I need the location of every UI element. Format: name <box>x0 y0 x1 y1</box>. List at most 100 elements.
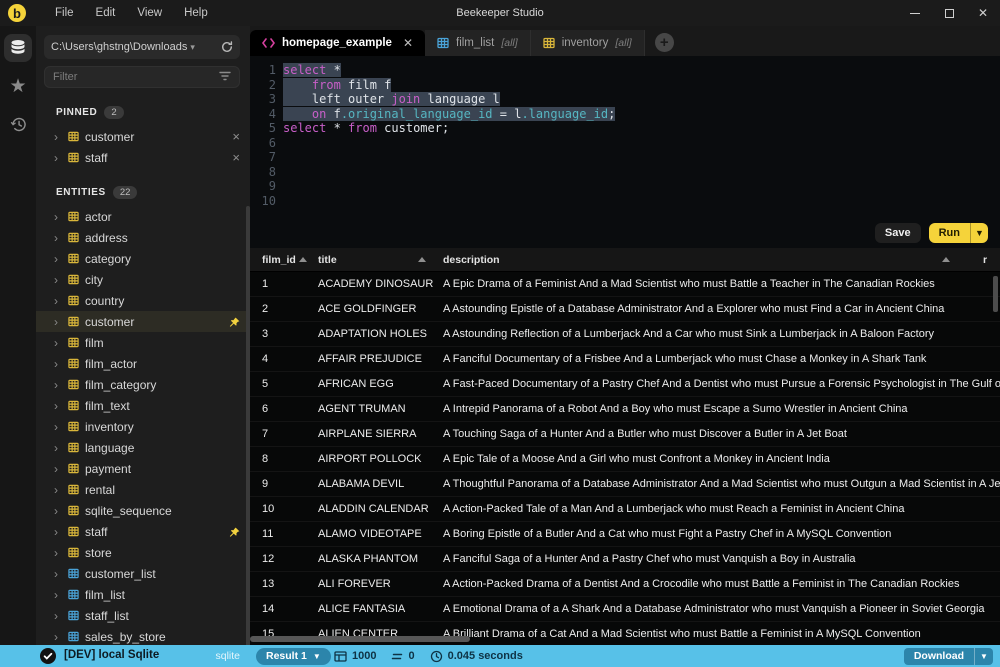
chevron-right-icon[interactable]: › <box>54 131 62 143</box>
table-row[interactable]: 5 AFRICAN EGG A Fast-Paced Documentary o… <box>250 372 1000 397</box>
table-row[interactable]: 10 ALADDIN CALENDAR A Action-Packed Tale… <box>250 497 1000 522</box>
entity-item-city[interactable]: › city <box>36 269 250 290</box>
menu-view[interactable]: View <box>126 7 173 19</box>
chevron-right-icon[interactable]: › <box>54 274 62 286</box>
chevron-right-icon[interactable]: › <box>54 526 62 538</box>
pin-icon[interactable] <box>229 527 240 538</box>
entity-item-language[interactable]: › language <box>36 437 250 458</box>
menu-file[interactable]: File <box>44 7 85 19</box>
table-row[interactable]: 8 AIRPORT POLLOCK A Epic Tale of a Moose… <box>250 447 1000 472</box>
table-row[interactable]: 2 ACE GOLDFINGER A Astounding Epistle of… <box>250 297 1000 322</box>
menu-edit[interactable]: Edit <box>85 7 127 19</box>
entity-item-film_list[interactable]: › film_list <box>36 584 250 605</box>
maximize-icon[interactable] <box>932 0 966 26</box>
entity-item-film_text[interactable]: › film_text <box>36 395 250 416</box>
pinned-section-header[interactable]: PINNED 2 <box>36 104 250 120</box>
run-button[interactable]: Run ▼ <box>929 223 988 243</box>
entity-item-store[interactable]: › store <box>36 542 250 563</box>
entity-item-category[interactable]: › category <box>36 248 250 269</box>
entity-item-actor[interactable]: › actor <box>36 206 250 227</box>
chevron-right-icon[interactable]: › <box>54 568 62 580</box>
table-row[interactable]: 9 ALABAMA DEVIL A Thoughtful Panorama of… <box>250 472 1000 497</box>
chevron-right-icon[interactable]: › <box>54 152 62 164</box>
menu-help[interactable]: Help <box>173 7 219 19</box>
database-icon[interactable] <box>4 34 32 62</box>
column-header-film-id[interactable]: film_id <box>262 254 296 266</box>
chevron-right-icon[interactable]: › <box>54 505 62 517</box>
pinned-item-customer[interactable]: › customer × <box>36 126 250 147</box>
table-row[interactable]: 1 ACADEMY DINOSAUR A Epic Drama of a Fem… <box>250 272 1000 297</box>
chevron-right-icon[interactable]: › <box>54 379 62 391</box>
entity-item-staff_list[interactable]: › staff_list <box>36 605 250 626</box>
pinned-item-staff[interactable]: › staff × <box>36 147 250 168</box>
chevron-right-icon[interactable]: › <box>54 316 62 328</box>
unpin-close-icon[interactable]: × <box>232 151 240 164</box>
results-vertical-scrollbar[interactable] <box>993 276 998 312</box>
history-icon[interactable] <box>4 110 32 138</box>
entity-item-staff[interactable]: › staff <box>36 521 250 542</box>
entity-item-sales_by_store[interactable]: › sales_by_store <box>36 626 250 645</box>
entity-item-country[interactable]: › country <box>36 290 250 311</box>
results-horizontal-scrollbar[interactable] <box>250 636 470 642</box>
download-dropdown-caret-icon[interactable]: ▼ <box>975 648 993 665</box>
run-dropdown-caret-icon[interactable]: ▼ <box>971 223 988 243</box>
download-label[interactable]: Download <box>904 648 974 665</box>
table-row[interactable]: 13 ALI FOREVER A Action-Packed Drama of … <box>250 572 1000 597</box>
pin-icon[interactable] <box>229 317 240 328</box>
sql-editor[interactable]: 12345678910 select * from film f left ou… <box>250 56 1000 218</box>
table-row[interactable]: 4 AFFAIR PREJUDICE A Fanciful Documentar… <box>250 347 1000 372</box>
chevron-right-icon[interactable]: › <box>54 232 62 244</box>
chevron-right-icon[interactable]: › <box>54 610 62 622</box>
chevron-right-icon[interactable]: › <box>54 337 62 349</box>
chevron-right-icon[interactable]: › <box>54 463 62 475</box>
table-row[interactable]: 7 AIRPLANE SIERRA A Touching Saga of a H… <box>250 422 1000 447</box>
table-row[interactable]: 12 ALASKA PHANTOM A Fanciful Saga of a H… <box>250 547 1000 572</box>
column-header-description[interactable]: description <box>443 254 500 266</box>
entity-item-film_category[interactable]: › film_category <box>36 374 250 395</box>
chevron-right-icon[interactable]: › <box>54 400 62 412</box>
column-header-title[interactable]: title <box>318 254 337 266</box>
download-button[interactable]: Download ▼ <box>904 648 993 665</box>
table-grid-icon <box>68 337 79 348</box>
tab-homepage_example[interactable]: homepage_example ✕ <box>250 30 425 56</box>
tab-film_list[interactable]: film_list [all] <box>425 30 531 56</box>
chevron-right-icon[interactable]: › <box>54 484 62 496</box>
tab-close-icon[interactable]: ✕ <box>403 36 413 50</box>
column-header-partial[interactable]: r <box>983 254 987 266</box>
new-tab-button[interactable]: + <box>655 33 674 52</box>
chevron-right-icon[interactable]: › <box>54 421 62 433</box>
entity-item-customer[interactable]: › customer <box>36 311 250 332</box>
entity-item-sqlite_sequence[interactable]: › sqlite_sequence <box>36 500 250 521</box>
table-row[interactable]: 3 ADAPTATION HOLES A Astounding Reflecti… <box>250 322 1000 347</box>
table-row[interactable]: 14 ALICE FANTASIA A Emotional Drama of a… <box>250 597 1000 622</box>
filter-input[interactable] <box>53 71 219 83</box>
close-icon[interactable]: ✕ <box>966 0 1000 26</box>
minimize-icon[interactable] <box>898 0 932 26</box>
favorites-star-icon[interactable]: ★ <box>4 72 32 100</box>
run-label[interactable]: Run <box>929 223 970 243</box>
table-row[interactable]: 11 ALAMO VIDEOTAPE A Boring Epistle of a… <box>250 522 1000 547</box>
entity-item-customer_list[interactable]: › customer_list <box>36 563 250 584</box>
chevron-right-icon[interactable]: › <box>54 442 62 454</box>
chevron-right-icon[interactable]: › <box>54 547 62 559</box>
tab-inventory[interactable]: inventory [all] <box>531 30 645 56</box>
entity-item-inventory[interactable]: › inventory <box>36 416 250 437</box>
entity-item-film[interactable]: › film <box>36 332 250 353</box>
chevron-right-icon[interactable]: › <box>54 211 62 223</box>
entity-item-film_actor[interactable]: › film_actor <box>36 353 250 374</box>
chevron-right-icon[interactable]: › <box>54 589 62 601</box>
save-button[interactable]: Save <box>875 223 921 243</box>
chevron-right-icon[interactable]: › <box>54 358 62 370</box>
chevron-right-icon[interactable]: › <box>54 253 62 265</box>
entity-item-address[interactable]: › address <box>36 227 250 248</box>
refresh-icon[interactable] <box>221 41 233 53</box>
result-selector[interactable]: Result 1 ▼ <box>256 648 331 665</box>
entities-section-header[interactable]: ENTITIES 22 <box>36 184 250 200</box>
chevron-right-icon[interactable]: › <box>54 631 62 643</box>
table-row[interactable]: 6 AGENT TRUMAN A Intrepid Panorama of a … <box>250 397 1000 422</box>
unpin-close-icon[interactable]: × <box>232 130 240 143</box>
chevron-right-icon[interactable]: › <box>54 295 62 307</box>
connection-dropdown[interactable]: C:\Users\ghstng\Downloads ▾ <box>44 35 240 59</box>
entity-item-payment[interactable]: › payment <box>36 458 250 479</box>
entity-item-rental[interactable]: › rental <box>36 479 250 500</box>
